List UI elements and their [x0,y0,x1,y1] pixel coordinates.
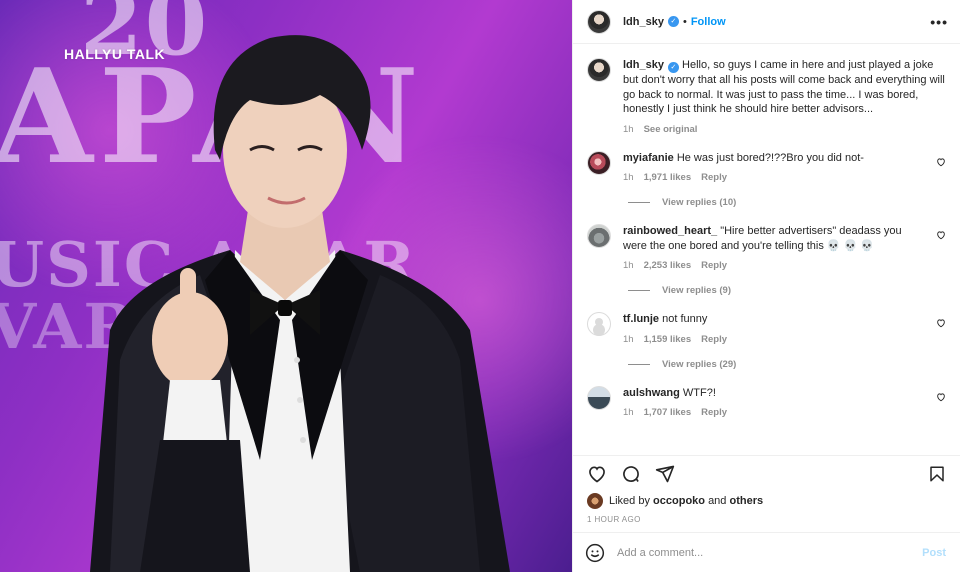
add-comment-bar: Post [573,532,960,572]
verified-badge-icon: ✓ [667,62,679,73]
comment-username[interactable]: tf.lunje [623,313,659,325]
comment-text: He was just bored?!??Bro you did not- [676,151,864,164]
header-username[interactable]: ldh_sky [623,16,664,28]
avatar[interactable] [587,385,611,410]
view-replies-label: View replies (10) [662,197,737,208]
view-replies-button[interactable]: View replies (10) [628,197,946,208]
comment-username[interactable]: rainbowed_heart_ [623,225,717,237]
comment-bubble-icon[interactable] [621,464,641,484]
reply-button[interactable]: Reply [701,260,727,271]
heart-icon[interactable] [936,392,946,402]
comment-username[interactable]: aulshwang [623,387,680,399]
caption-text-block: ldh_sky ✓ Hello, so guys I came in here a… [623,58,946,117]
avatar[interactable] [587,9,611,34]
more-options-icon[interactable]: ••• [930,14,948,30]
see-original-link[interactable]: See original [644,124,698,135]
liked-by-prefix: Liked by [609,495,650,507]
view-replies-button[interactable]: View replies (9) [628,285,946,296]
liked-by-row: Liked by occopoko and others [573,491,960,509]
share-send-icon[interactable] [655,464,675,484]
post-header: ldh_sky ✓ • Follow ••• [573,0,960,44]
view-replies-label: View replies (9) [662,285,731,296]
avatar[interactable] [587,58,611,82]
heart-icon[interactable] [936,230,946,240]
comment-text: WTF?! [682,386,716,399]
verified-badge-icon: ✓ [667,16,679,27]
view-replies-button[interactable]: View replies (29) [628,359,946,370]
liked-by-and: and [708,495,727,507]
emoji-icon[interactable] [585,543,605,563]
comments-section[interactable]: ldh_sky ✓ Hello, so guys I came in here a… [573,44,960,455]
comment-likes[interactable]: 1,159 likes [644,334,692,345]
liked-by-user[interactable]: occopoko [653,495,705,507]
post-timestamp: 1 HOUR AGO [587,515,641,524]
post-panel: ldh_sky ✓ • Follow ••• ldh_sky ✓ Hello, s… [572,0,960,572]
comment-time: 1h [623,407,634,418]
comment-item: myiafanie He was just bored?!??Bro you d… [587,150,946,183]
comment-time: 1h [623,260,634,271]
avatar[interactable] [587,150,611,175]
avatar[interactable] [587,312,611,336]
add-comment-input[interactable] [617,546,923,559]
replies-line [628,202,650,203]
heart-icon[interactable] [936,157,946,167]
comment-username[interactable]: myiafanie [623,152,674,164]
replies-line [628,363,650,365]
post-photo[interactable]: 20 APAN USIC AWAR VARD HALLYU TALK [0,0,572,572]
liked-by-others[interactable]: others [729,495,763,507]
bookmark-icon[interactable] [928,465,946,483]
comment-item: rainbowed_heart_ "Hire better advertiser… [587,224,946,271]
comment-item: aulshwang WTF?! 1h 1,707 likes Reply [587,385,946,418]
separator-dot: • [682,15,687,28]
replies-line [628,290,650,291]
view-replies-label: View replies (29) [662,358,737,370]
person-illustration [90,35,510,572]
avatar[interactable] [587,493,603,509]
caption-username[interactable]: ldh_sky [623,59,664,71]
comment-time: 1h [623,333,634,345]
comment-time: 1h [623,172,634,183]
reply-button[interactable]: Reply [701,334,727,345]
comment-likes[interactable]: 2,253 likes [644,260,692,271]
reply-button[interactable]: Reply [701,407,727,418]
action-bar [573,455,960,491]
heart-icon[interactable] [936,318,946,328]
follow-button[interactable]: Follow [691,16,726,28]
like-heart-icon[interactable] [587,464,607,484]
reply-button[interactable]: Reply [701,172,727,183]
caption-time: 1h [623,123,634,135]
comment-likes[interactable]: 1,971 likes [644,172,692,183]
post-caption: ldh_sky ✓ Hello, so guys I came in here a… [587,58,946,135]
comment-text: not funny [662,313,708,325]
comment-item: tf.lunje not funny 1h 1,159 likes Reply [587,312,946,345]
avatar[interactable] [587,224,611,248]
caption-meta: 1h See original [623,124,946,135]
post-button[interactable]: Post [922,547,946,559]
instagram-post-view: 20 APAN USIC AWAR VARD HALLYU TALK [0,0,960,572]
comment-likes[interactable]: 1,707 likes [644,407,692,418]
